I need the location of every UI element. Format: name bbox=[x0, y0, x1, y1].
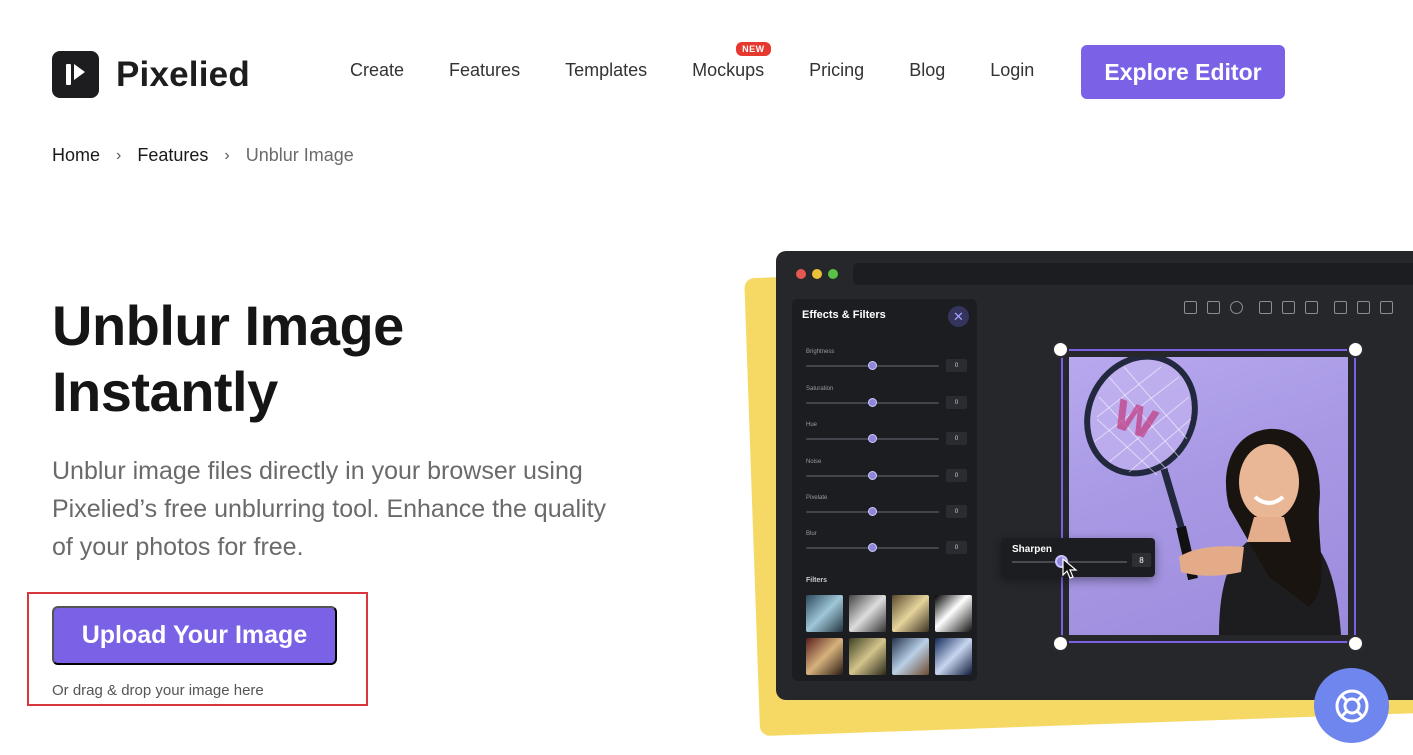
close-dot-icon bbox=[796, 269, 806, 279]
filter-thumbnail bbox=[935, 595, 972, 632]
slider-label: Hue bbox=[806, 422, 818, 428]
nav-templates[interactable]: Templates bbox=[565, 60, 647, 81]
slider-knob bbox=[868, 507, 877, 516]
crop-icon bbox=[1184, 301, 1197, 314]
page-title-line-2: Instantly bbox=[52, 360, 278, 423]
maximize-dot-icon bbox=[828, 269, 838, 279]
opacity-icon bbox=[1230, 301, 1243, 314]
filter-thumbnail bbox=[935, 638, 972, 675]
nav-mockups-label: Mockups bbox=[692, 60, 765, 80]
slider-value: 0 bbox=[946, 505, 967, 518]
slider-value: 0 bbox=[946, 469, 967, 482]
filter-thumbnail bbox=[806, 595, 843, 632]
brand-name: Pixelied bbox=[116, 54, 250, 94]
slider-value: 0 bbox=[946, 432, 967, 445]
breadcrumb-home[interactable]: Home bbox=[52, 145, 100, 166]
close-icon: ✕ bbox=[948, 306, 969, 327]
resize-handle bbox=[1347, 635, 1364, 652]
nav-pricing[interactable]: Pricing bbox=[809, 60, 864, 81]
slider-label: Brightness bbox=[806, 349, 835, 355]
slider-value: 0 bbox=[946, 541, 967, 554]
filter-thumbnail bbox=[892, 638, 929, 675]
filters-label: Filters bbox=[806, 577, 828, 584]
breadcrumb-features[interactable]: Features bbox=[137, 145, 208, 166]
nav-mockups[interactable]: Mockups NEW bbox=[692, 42, 771, 81]
trash-icon bbox=[1380, 301, 1393, 314]
filter-thumbnail bbox=[892, 595, 929, 632]
pixelied-logo[interactable]: Pixelied bbox=[52, 51, 250, 98]
cursor-icon bbox=[1062, 558, 1078, 579]
explore-editor-button[interactable]: Explore Editor bbox=[1081, 45, 1285, 99]
hero-description: Unblur image files directly in your brow… bbox=[52, 457, 607, 561]
slider-label: Saturation bbox=[806, 386, 834, 392]
lock-icon bbox=[1334, 301, 1347, 314]
slider-value: 0 bbox=[946, 359, 967, 372]
breadcrumb: Home › Features › Unblur Image bbox=[52, 145, 354, 166]
slider-value: 0 bbox=[946, 396, 967, 409]
slider-saturation: Saturation 0 bbox=[806, 386, 971, 416]
sharpen-label: Sharpen bbox=[1012, 544, 1053, 555]
slider-blur: Blur 0 bbox=[806, 531, 971, 561]
chevron-right-icon: › bbox=[224, 146, 230, 164]
panel-title: Effects & Filters bbox=[802, 309, 886, 321]
editor-preview: Effects & Filters ✕ Brightness 0 Saturat… bbox=[776, 251, 1413, 700]
nav-blog[interactable]: Blog bbox=[909, 60, 945, 81]
drag-drop-hint: Or drag & drop your image here bbox=[52, 682, 264, 699]
layers-icon bbox=[1282, 301, 1295, 314]
slider-label: Pixelate bbox=[806, 495, 828, 501]
slider-label: Noise bbox=[806, 459, 822, 465]
slider-pixelate: Pixelate 0 bbox=[806, 495, 971, 525]
editor-toolbar bbox=[1184, 301, 1403, 314]
sharpen-value: 8 bbox=[1132, 553, 1151, 567]
window-controls bbox=[796, 269, 844, 279]
filter-thumbnails bbox=[806, 595, 972, 675]
slider-knob bbox=[868, 543, 877, 552]
resize-handle bbox=[1052, 635, 1069, 652]
preview-photo: W bbox=[1069, 357, 1348, 635]
duplicate-icon bbox=[1207, 301, 1220, 314]
chevron-right-icon: › bbox=[116, 146, 122, 164]
lifebuoy-icon bbox=[1335, 689, 1368, 722]
sharpen-popover: Sharpen 8 bbox=[1001, 538, 1155, 579]
slider-knob bbox=[868, 434, 877, 443]
address-bar bbox=[853, 263, 1413, 285]
tennis-player-illustration: W bbox=[1084, 357, 1341, 635]
resize-handle bbox=[1052, 341, 1069, 358]
copy-icon bbox=[1357, 301, 1370, 314]
slider-knob bbox=[868, 361, 877, 370]
page-title: Unblur Image Instantly bbox=[52, 293, 404, 425]
nav-features[interactable]: Features bbox=[449, 60, 520, 81]
flip-icon bbox=[1305, 301, 1318, 314]
main-nav: Create Features Templates Mockups NEW Pr… bbox=[350, 42, 1079, 81]
minimize-dot-icon bbox=[812, 269, 822, 279]
new-badge: NEW bbox=[736, 42, 771, 56]
upload-image-button[interactable]: Upload Your Image bbox=[52, 606, 337, 665]
help-button[interactable] bbox=[1314, 668, 1389, 743]
pixelied-logo-icon bbox=[52, 51, 99, 98]
slider-label: Blur bbox=[806, 531, 817, 537]
slider-knob bbox=[868, 471, 877, 480]
filter-thumbnail bbox=[849, 595, 886, 632]
slider-noise: Noise 0 bbox=[806, 459, 971, 489]
resize-handle bbox=[1347, 341, 1364, 358]
breadcrumb-current: Unblur Image bbox=[245, 145, 354, 165]
filter-thumbnail bbox=[849, 638, 886, 675]
slider-hue: Hue 0 bbox=[806, 422, 971, 452]
slider-brightness: Brightness 0 bbox=[806, 349, 971, 379]
effects-panel: Effects & Filters ✕ Brightness 0 Saturat… bbox=[792, 299, 977, 681]
filter-thumbnail bbox=[806, 638, 843, 675]
align-icon bbox=[1259, 301, 1272, 314]
nav-create[interactable]: Create bbox=[350, 60, 404, 81]
page-title-line-1: Unblur Image bbox=[52, 294, 404, 357]
nav-login[interactable]: Login bbox=[990, 60, 1034, 81]
slider-knob bbox=[868, 398, 877, 407]
